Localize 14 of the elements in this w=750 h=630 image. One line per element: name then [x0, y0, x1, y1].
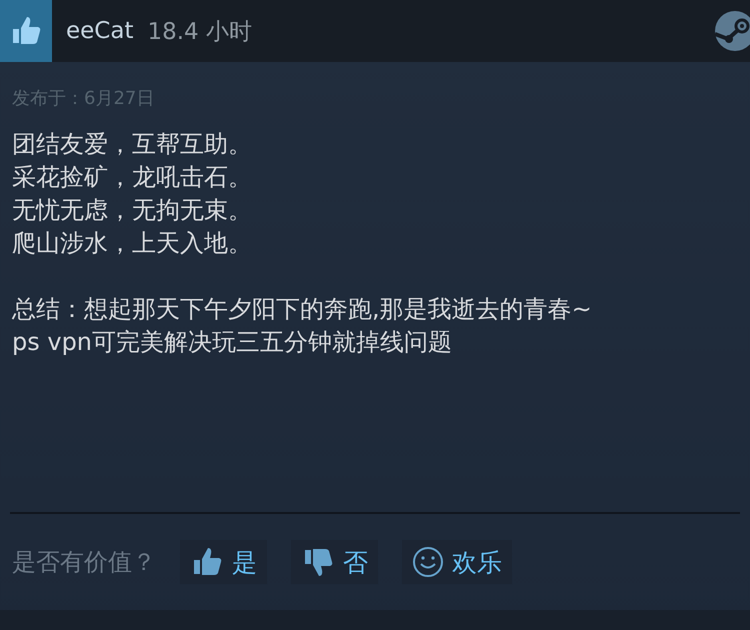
review-text: 无忧无虑，无拘无束。 [12, 195, 252, 226]
review-text: 总结：想起那天下午夕阳下的奔跑,那是我逝去的青春~ [12, 294, 592, 325]
review-text: 爬山涉水，上天入地。 [12, 228, 252, 259]
review-text: 团结友爱，互帮互助。 [12, 129, 252, 160]
helpful-question: 是否有价值？ [12, 547, 156, 578]
review-text: ps vpn可完美解决玩三五分钟就掉线问题 [12, 327, 452, 358]
review-text: 采花捡矿，龙吼击石。 [12, 162, 252, 193]
playtime: 18.4 小时 [147, 18, 252, 46]
funny-button[interactable]: 欢乐 [402, 540, 512, 584]
author-name[interactable]: eeCat [66, 18, 134, 44]
posted-date: 发布于：6月27日 [12, 87, 154, 110]
no-button[interactable]: 否 [291, 540, 378, 584]
smiley-icon [412, 546, 444, 578]
yes-button[interactable]: 是 [180, 540, 267, 584]
